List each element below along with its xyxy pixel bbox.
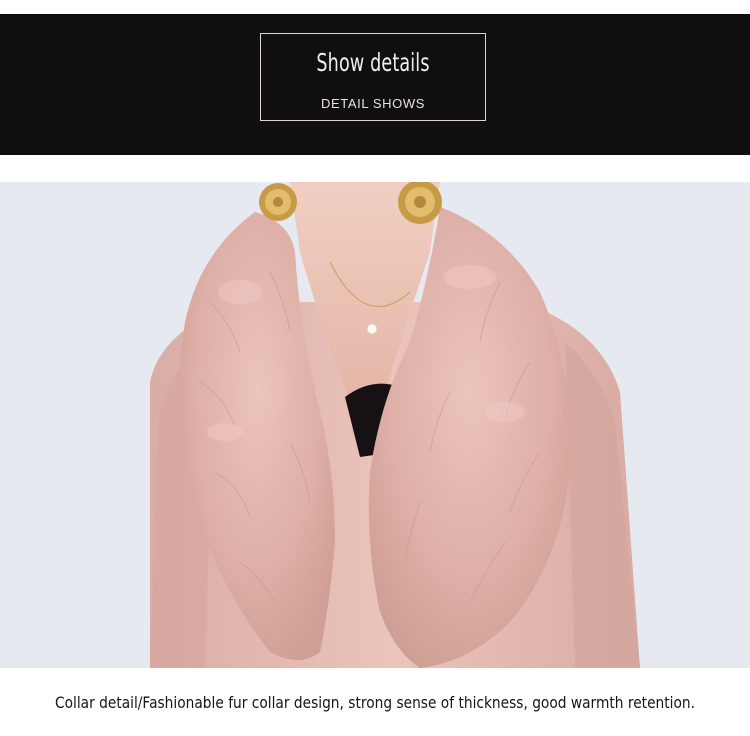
pearl-pendant bbox=[366, 323, 378, 335]
header-band: Show details DETAIL SHOWS bbox=[0, 14, 750, 155]
right-earring bbox=[398, 182, 442, 224]
product-photo bbox=[0, 182, 750, 668]
caption-text: Collar detail/Fashionable fur collar des… bbox=[54, 693, 696, 712]
left-earring bbox=[259, 183, 297, 221]
header-frame: Show details DETAIL SHOWS bbox=[260, 33, 486, 121]
header-title: Show details bbox=[316, 48, 430, 77]
header-subtitle: DETAIL SHOWS bbox=[321, 96, 425, 111]
product-detail-page: Show details DETAIL SHOWS Collar detail/… bbox=[0, 0, 750, 736]
coat-illustration bbox=[0, 182, 750, 668]
